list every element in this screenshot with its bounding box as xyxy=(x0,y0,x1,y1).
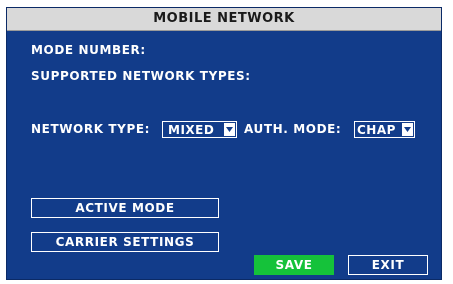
auth-mode-select[interactable]: CHAP xyxy=(354,121,415,138)
dialog-title: MOBILE NETWORK xyxy=(7,8,441,31)
carrier-settings-button[interactable]: CARRIER SETTINGS xyxy=(31,232,219,252)
mode-number-label: MODE NUMBER: xyxy=(31,43,146,57)
exit-button[interactable]: EXIT xyxy=(348,255,428,275)
network-type-label: NETWORK TYPE: xyxy=(31,122,151,136)
supported-network-types-label: SUPPORTED NETWORK TYPES: xyxy=(31,69,251,83)
chevron-down-icon[interactable] xyxy=(402,123,413,136)
chevron-down-icon[interactable] xyxy=(224,123,235,136)
active-mode-button[interactable]: ACTIVE MODE xyxy=(31,198,219,218)
network-type-value: MIXED xyxy=(168,122,215,137)
save-button[interactable]: SAVE xyxy=(254,255,334,275)
mobile-network-dialog: MOBILE NETWORK MODE NUMBER: SUPPORTED NE… xyxy=(6,7,442,280)
auth-mode-label: AUTH. MODE: xyxy=(244,122,342,136)
auth-mode-value: CHAP xyxy=(357,122,396,137)
network-type-select[interactable]: MIXED xyxy=(162,121,237,138)
